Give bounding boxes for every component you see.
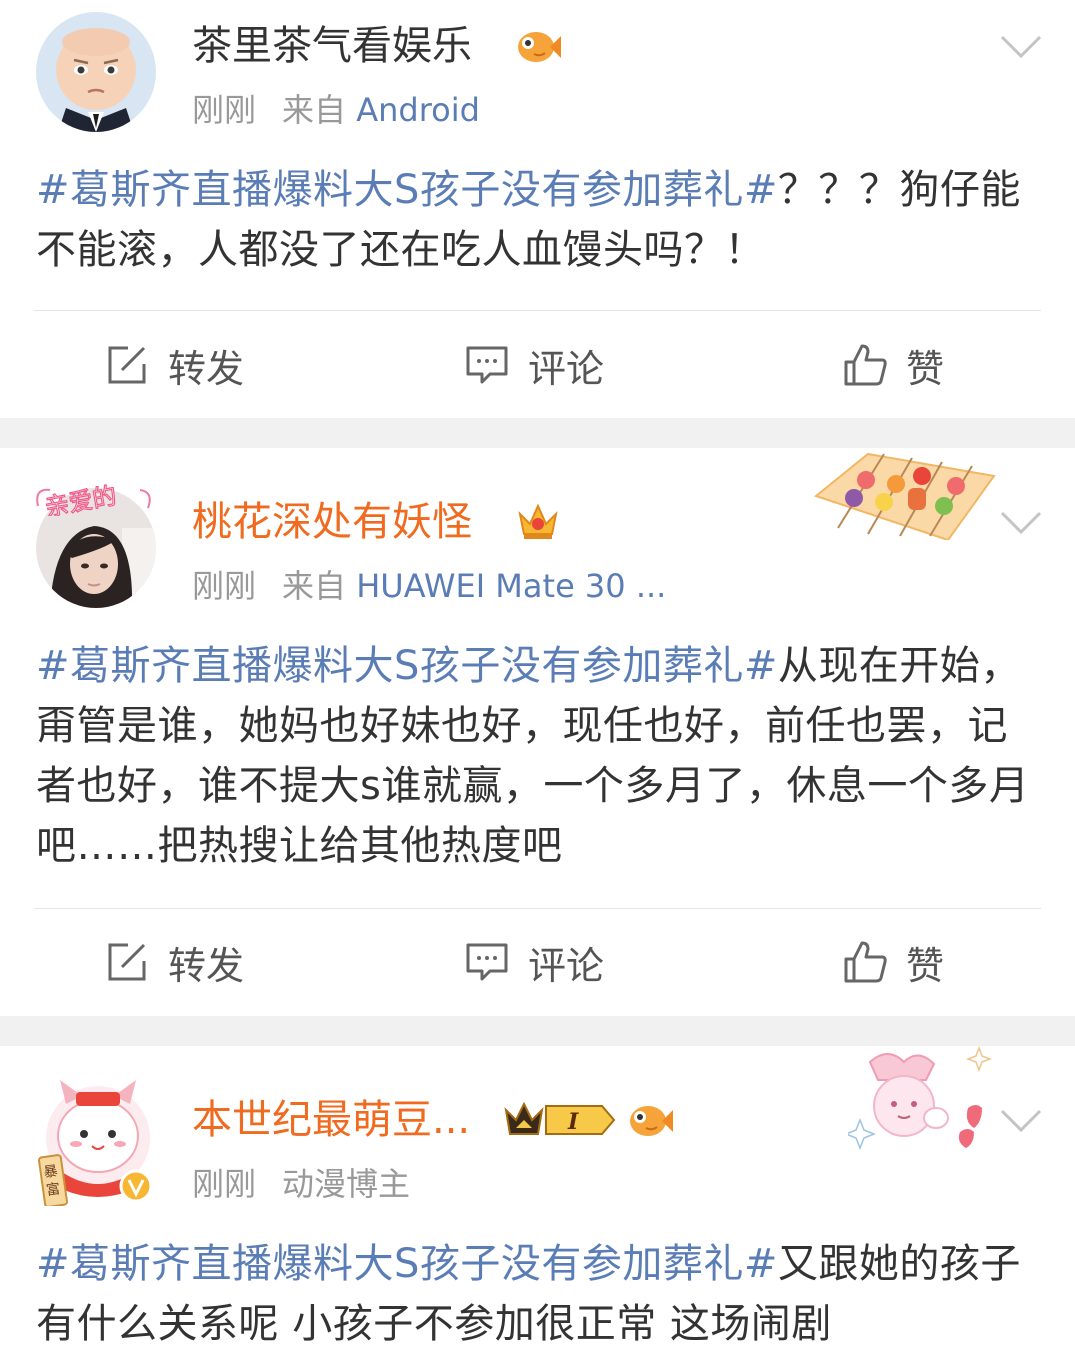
comment-icon	[466, 346, 508, 384]
post-time: 刚刚	[192, 91, 257, 129]
username[interactable]: 本世纪最萌豆...	[192, 1096, 470, 1144]
like-button[interactable]: 赞	[842, 325, 944, 405]
action-bar: 转发 评论 赞	[0, 325, 1075, 405]
action-bar: 转发 评论 赞	[0, 922, 1075, 1002]
post-content: #葛斯齐直播爆料大S孩子没有参加葬礼#从现在开始，甭管是谁，她妈也好妹也好，现任…	[36, 636, 1036, 876]
repost-button[interactable]: 转发	[104, 922, 244, 1002]
repost-icon	[108, 346, 146, 384]
chevron-down-icon[interactable]	[999, 34, 1043, 60]
repost-icon	[108, 943, 146, 981]
chevron-down-icon[interactable]	[999, 510, 1043, 536]
source-prefix: 来自	[282, 567, 347, 605]
source-device[interactable]: Android	[356, 91, 480, 129]
like-label: 赞	[906, 346, 945, 391]
post-time: 刚刚	[192, 1165, 257, 1203]
comment-icon	[466, 943, 508, 981]
crown-icon	[518, 503, 558, 539]
repost-button[interactable]: 转发	[104, 325, 244, 405]
divider	[34, 310, 1041, 311]
fish-icon	[630, 1106, 673, 1136]
fish-icon	[518, 32, 561, 62]
post-content: #葛斯齐直播爆料大S孩子没有参加葬礼#又跟她的孩子有什么关系呢 小孩子不参加很正…	[36, 1234, 1036, 1354]
like-icon	[844, 941, 887, 983]
comment-button[interactable]: 评论	[464, 325, 604, 405]
user-tag: 动漫博主	[282, 1165, 411, 1203]
post-card[interactable]: 茶里茶气看娱乐 刚刚 来自 Android #葛斯齐直播爆料大S孩子没有参加葬礼#…	[0, 0, 1075, 418]
like-button[interactable]: 赞	[842, 922, 944, 1002]
source-prefix: 来自	[282, 91, 347, 129]
comment-button[interactable]: 评论	[464, 922, 604, 1002]
divider	[34, 908, 1041, 909]
vip-level-text: I	[567, 1109, 579, 1135]
post-meta: 刚刚 来自 HUAWEI Mate 30 ...	[192, 566, 666, 606]
topic-link[interactable]: #葛斯齐直播爆料大S孩子没有参加葬礼#	[36, 643, 778, 689]
comment-label: 评论	[528, 346, 605, 391]
weibo-feed: 茶里茶气看娱乐 刚刚 来自 Android #葛斯齐直播爆料大S孩子没有参加葬礼#…	[0, 0, 1075, 1367]
avatar-tag-line: 富	[45, 1180, 61, 1199]
repost-label: 转发	[168, 943, 245, 988]
post-content: #葛斯齐直播爆料大S孩子没有参加葬礼#？？？狗仔能不能滚，人都没了还在吃人血馒头…	[36, 160, 1036, 280]
avatar-sticker-text: 亲爱的	[43, 482, 119, 516]
like-icon	[844, 344, 887, 386]
repost-label: 转发	[168, 346, 245, 391]
avatar[interactable]: 暴 富	[36, 1076, 156, 1206]
post-time: 刚刚	[192, 567, 257, 605]
comment-label: 评论	[528, 943, 605, 988]
chevron-down-icon[interactable]	[999, 1108, 1043, 1134]
post-card[interactable]: 亲爱的 桃花深处有妖怪 刚刚 来自 HUAWEI Mate 30 ... #葛斯…	[0, 448, 1075, 1016]
avatar-tag-line: 暴	[43, 1163, 59, 1181]
topic-link[interactable]: #葛斯齐直播爆料大S孩子没有参加葬礼#	[36, 167, 778, 213]
username[interactable]: 桃花深处有妖怪	[192, 498, 472, 546]
source-device[interactable]: HUAWEI Mate 30 ...	[356, 567, 666, 605]
username[interactable]: 茶里茶气看娱乐	[192, 22, 472, 70]
like-label: 赞	[906, 943, 945, 988]
avatar[interactable]	[36, 12, 156, 132]
skewer-decoration	[813, 452, 996, 540]
topic-link[interactable]: #葛斯齐直播爆料大S孩子没有参加葬礼#	[36, 1241, 778, 1287]
vip-level-badge: I	[504, 1101, 616, 1135]
post-meta: 刚刚 来自 Android	[192, 90, 480, 130]
post-meta: 刚刚 动漫博主	[192, 1164, 410, 1204]
avatar-sticker: 亲爱的	[30, 476, 160, 522]
cute-sticker-decoration	[848, 1046, 993, 1150]
post-card[interactable]: 暴 富 本世纪最萌豆... I 刚刚 动漫博主 #葛斯齐直播爆料大S孩子没有参加…	[0, 1046, 1075, 1367]
